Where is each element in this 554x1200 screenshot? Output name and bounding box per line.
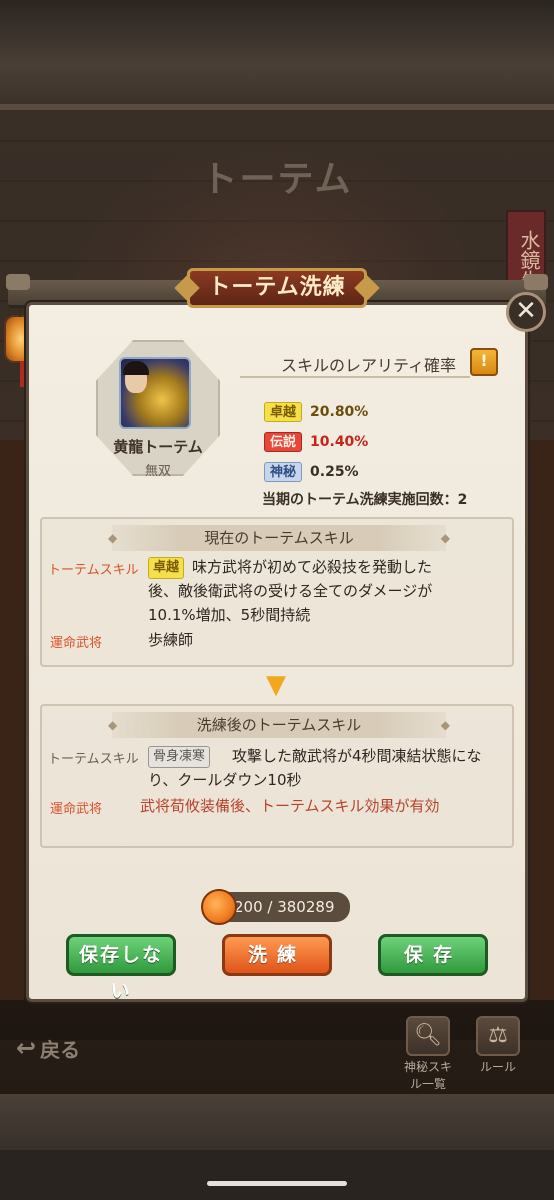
skill-label: トーテムスキル bbox=[48, 752, 139, 767]
close-button[interactable]: ✕ bbox=[506, 292, 546, 332]
rules-button[interactable]: ⚖ ルール bbox=[470, 1016, 526, 1082]
save-button[interactable]: 保存 bbox=[378, 934, 488, 976]
right-pillar bbox=[530, 440, 554, 1000]
info-icon[interactable]: ! bbox=[470, 348, 498, 376]
portrait-hair bbox=[123, 361, 149, 375]
no-save-button[interactable]: 保存しない bbox=[66, 934, 176, 1002]
skill-rarity-tag: 骨身凍寒 bbox=[148, 746, 211, 768]
rarity-row: 卓越 20.80% bbox=[264, 401, 368, 423]
current-skill-heading: 現在のトーテムスキル bbox=[108, 525, 450, 551]
rarity-tag-excellent: 卓越 bbox=[264, 402, 303, 422]
home-indicator[interactable] bbox=[207, 1181, 347, 1186]
left-pillar bbox=[0, 440, 24, 1000]
skill-description-line: 味方武将が初めて必殺技を発動した bbox=[192, 558, 433, 576]
bottom-area bbox=[0, 1150, 554, 1200]
bottom-bar bbox=[0, 1094, 554, 1150]
rules-label: ルール bbox=[479, 1060, 516, 1074]
scales-icon: ⚖ bbox=[476, 1016, 520, 1056]
background-title: トーテム bbox=[201, 159, 353, 200]
totem-portrait-icon[interactable] bbox=[119, 357, 191, 429]
after-skill-section: 洗練後のトーテムスキル トーテムスキル 骨身凍寒 攻撃した敵武将が4秒間凍結状態… bbox=[40, 704, 514, 848]
fate-general: 歩練師 bbox=[148, 631, 194, 649]
fate-general: 武将荀攸装備後、トーテムスキル効果が有効 bbox=[140, 797, 440, 815]
fate-label: 運命武将 bbox=[50, 636, 103, 651]
rarity-heading: スキルのレアリティ確率 bbox=[240, 350, 470, 378]
mystic-skill-list-button[interactable]: 🔍︎ 神秘スキル一覧 bbox=[400, 1016, 456, 1091]
rarity-tag-legend: 伝説 bbox=[264, 432, 303, 452]
skill-rarity-tag: 卓越 bbox=[148, 557, 185, 579]
skill-description-line: 10.1%増加、5秒間持続 bbox=[148, 606, 311, 624]
skill-description-line: 攻撃した敵武将が4秒間凍結状態にな bbox=[232, 747, 482, 765]
rarity-heading-label: スキルのレアリティ確率 bbox=[280, 356, 456, 375]
back-arrow-icon: ↩ bbox=[16, 1034, 37, 1062]
top-bar bbox=[0, 0, 554, 110]
back-label: 戻る bbox=[40, 1037, 81, 1062]
rarity-row: 神秘 0.25% bbox=[264, 461, 359, 483]
modal-title: トーテム洗練 bbox=[187, 268, 367, 308]
totem-subtitle: 無双 bbox=[144, 464, 171, 479]
skill-description-line: 後、敵後衛武将の受ける全てのダメージが bbox=[148, 582, 433, 600]
skill-label: トーテムスキル bbox=[48, 563, 139, 578]
rarity-value-excellent: 20.80% bbox=[310, 404, 369, 420]
refine-stone-icon bbox=[201, 889, 237, 925]
down-arrow-icon: ▼ bbox=[266, 670, 286, 700]
after-skill-heading: 洗練後のトーテムスキル bbox=[108, 712, 450, 738]
rarity-row: 伝説 10.40% bbox=[264, 431, 368, 453]
refine-button[interactable]: 洗練 bbox=[222, 934, 332, 976]
rarity-value-mystic: 0.25% bbox=[310, 464, 359, 480]
refine-count-text: 当期のトーテム洗練実施回数：2 bbox=[262, 492, 468, 508]
fate-label: 運命武将 bbox=[50, 802, 103, 817]
totem-name: 黄龍トーテム bbox=[113, 438, 203, 456]
rarity-tag-mystic: 神秘 bbox=[264, 462, 303, 482]
cost-text: 200 / 380289 bbox=[234, 898, 335, 916]
rarity-value-legend: 10.40% bbox=[310, 434, 369, 450]
magnifier-icon: 🔍︎ bbox=[406, 1016, 450, 1056]
back-button[interactable]: ↩ 戻る bbox=[16, 1030, 80, 1066]
skill-description-line: り、クールダウン10秒 bbox=[148, 771, 302, 789]
mystic-skill-list-label: 神秘スキル一覧 bbox=[403, 1060, 452, 1091]
current-skill-section: 現在のトーテムスキル トーテムスキル 卓越 味方武将が初めて必殺技を発動した 後… bbox=[40, 517, 514, 667]
